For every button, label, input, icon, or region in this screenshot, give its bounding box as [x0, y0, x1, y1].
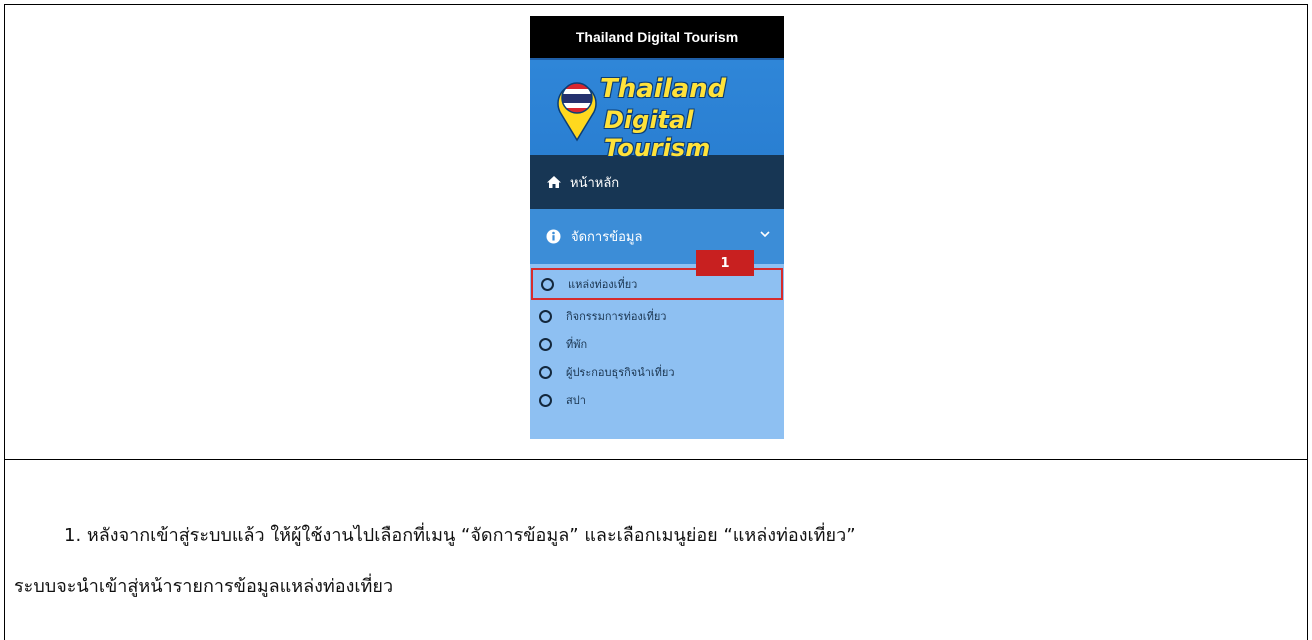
- submenu-item-label: สปา: [566, 394, 586, 407]
- nav-item-manage-data-label: จัดการข้อมูล: [571, 230, 643, 245]
- circle-icon: [539, 309, 552, 323]
- instruction-line-2: ระบบจะนำเข้าสู่หน้ารายการข้อมูลแหล่งท่อง…: [14, 576, 394, 597]
- circle-icon: [539, 337, 552, 351]
- circle-icon: [541, 277, 554, 291]
- frame-divider: [4, 459, 1308, 460]
- submenu-item-label: ที่พัก: [566, 338, 588, 351]
- submenu-manage-data: 1 แหล่งท่องเที่ยว กิจกรรมการท่องเที่ยว ท…: [530, 250, 784, 439]
- sidebar-screenshot: Thailand Digital Tourism Thailand Digita…: [530, 16, 784, 439]
- circle-icon: [539, 393, 552, 407]
- submenu-item-label: กิจกรรมการท่องเที่ยว: [566, 310, 667, 323]
- submenu-item-spa[interactable]: สปา: [531, 386, 783, 414]
- app-logo[interactable]: Thailand Digital Tourism: [530, 60, 784, 162]
- nav-item-home-label: หน้าหลัก: [570, 175, 620, 191]
- info-circle-icon: [546, 229, 561, 244]
- chevron-down-icon[interactable]: [760, 230, 770, 238]
- submenu-item-tourism-activities[interactable]: กิจกรรมการท่องเที่ยว: [531, 302, 783, 330]
- logo-text-line2: Digital Tourism: [604, 106, 711, 162]
- map-pin-flag-icon: [557, 82, 597, 142]
- submenu-item-label: แหล่งท่องเที่ยว: [568, 278, 638, 291]
- circle-icon: [539, 365, 552, 379]
- submenu-item-tour-operators[interactable]: ผู้ประกอบธุรกิจนำเที่ยว: [531, 358, 783, 386]
- home-icon: [546, 175, 562, 189]
- logo-text-line1: Thailand: [600, 74, 727, 104]
- step-badge: 1: [696, 250, 754, 276]
- app-title: Thailand Digital Tourism: [530, 16, 784, 58]
- submenu-item-accommodation[interactable]: ที่พัก: [531, 330, 783, 358]
- submenu-item-label: ผู้ประกอบธุรกิจนำเที่ยว: [566, 366, 675, 379]
- nav-item-home[interactable]: หน้าหลัก: [530, 155, 784, 209]
- instruction-line-1: 1. หลังจากเข้าสู่ระบบแล้ว ให้ผู้ใช้งานไป…: [64, 525, 856, 546]
